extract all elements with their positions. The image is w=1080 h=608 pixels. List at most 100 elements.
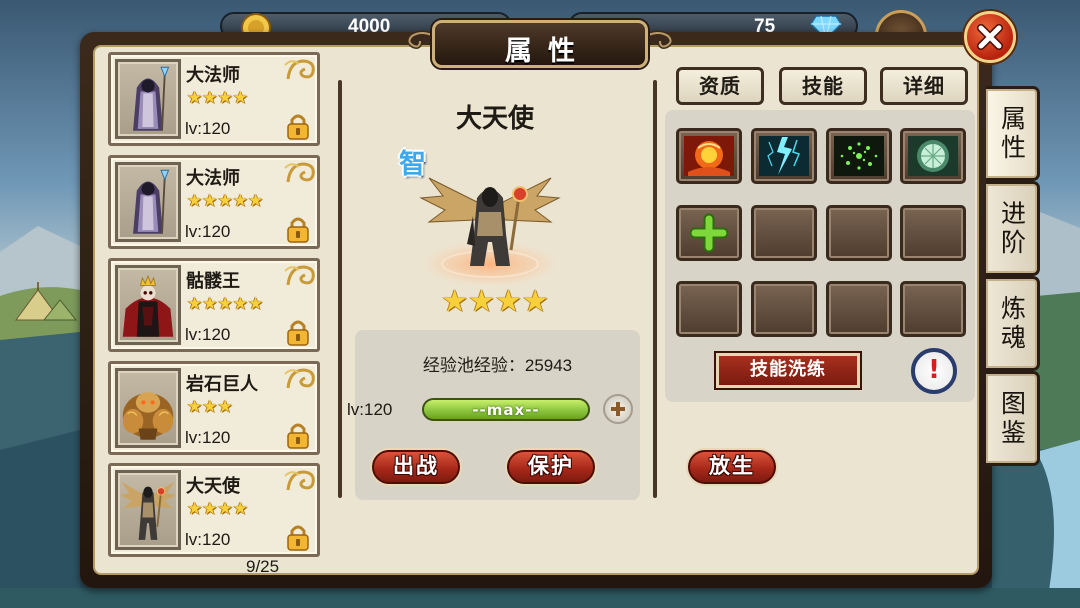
title-banner: 属性 [432, 20, 648, 68]
hero-level: lv:120 [185, 530, 231, 549]
archangel-portrait [120, 482, 176, 540]
rock-giant-portrait [122, 392, 174, 440]
window-title: 属性 [505, 36, 591, 67]
skill-slot[interactable] [751, 128, 817, 184]
exclamation-icon[interactable]: ! [911, 348, 957, 394]
skeleton-king-portrait [122, 275, 174, 337]
lock-icon[interactable] [285, 522, 311, 552]
add-skill-icon [689, 213, 729, 253]
hero-detail-name: 大天使 [455, 104, 534, 134]
add-exp-button[interactable] [603, 394, 633, 424]
star-icon: ★ [187, 397, 203, 417]
hero-portrait-frame [115, 59, 181, 139]
star-icon: ★ [187, 88, 203, 108]
skill-slot-empty[interactable] [751, 205, 817, 261]
star-icon: ★ [232, 499, 248, 519]
star-icon: ★ [248, 294, 264, 314]
hero-card[interactable]: 大法师 ★★★★★ lv:120 [108, 155, 320, 249]
gold-swirl-ornament [284, 59, 315, 80]
star-icon: ★ [521, 284, 549, 319]
exp-pool-label: 经验池经验： [422, 356, 525, 376]
hero-stars: ★★★★ [187, 88, 248, 108]
star-icon: ★ [217, 294, 233, 314]
hero-card[interactable]: 岩石巨人 ★★★ lv:120 [108, 361, 320, 455]
teal-disc-skill-icon [908, 136, 958, 176]
star-icon: ★ [217, 88, 233, 108]
green-sparkle-skill-icon [834, 136, 884, 176]
star-icon: ★ [495, 284, 522, 319]
side-tab-attributes[interactable]: 属性 [986, 86, 1040, 181]
hero-list-count: 9/25 [246, 557, 280, 576]
side-tab-codex[interactable]: 图鉴 [986, 371, 1040, 466]
side-tab-advance[interactable]: 进阶 [986, 181, 1040, 276]
hero-portrait-frame [115, 470, 181, 550]
exp-progress-text: --max-- [472, 401, 540, 419]
skill-slot[interactable] [826, 128, 892, 184]
archmage-portrait [133, 169, 170, 234]
skill-slot-empty[interactable] [900, 205, 966, 261]
skill-refine-button[interactable]: 技能洗练 [716, 353, 860, 388]
exp-pool: 经验池经验：25943 [355, 351, 640, 376]
star-icon: ★ [202, 397, 218, 417]
hero-portrait-frame [115, 368, 181, 448]
tab-skills[interactable]: 技能 [779, 67, 867, 105]
side-tab-soul-refine[interactable]: 炼魂 [986, 276, 1040, 371]
gold-swirl-ornament [284, 162, 315, 183]
lock-icon[interactable] [285, 111, 311, 141]
hero-card[interactable]: 大法师 ★★★★ lv:120 [108, 52, 320, 146]
star-icon: ★ [187, 294, 203, 314]
hero-name: 大法师 [186, 168, 240, 189]
hero-level: lv:120 [185, 119, 231, 138]
hero-name: 大天使 [186, 476, 240, 497]
hero-name: 骷髅王 [186, 271, 240, 292]
hero-stars: ★★★★★ [187, 294, 263, 314]
skill-slot[interactable] [676, 128, 742, 184]
star-icon: ★ [441, 284, 469, 319]
star-icon: ★ [202, 294, 218, 314]
hero-card[interactable]: 大天使 ★★★★ lv:120 [108, 463, 320, 557]
skill-slot-empty[interactable] [676, 281, 742, 337]
skill-slot-empty[interactable] [826, 281, 892, 337]
fire-skill-icon [684, 136, 734, 176]
archangel-figure [418, 177, 562, 288]
side-tab-label: 进阶 [997, 199, 1027, 258]
hero-stars: ★★★★★ [187, 191, 263, 211]
tab-details[interactable]: 详细 [880, 67, 968, 105]
skill-slot-empty[interactable] [751, 281, 817, 337]
side-tab-label: 图鉴 [997, 389, 1027, 448]
star-icon: ★ [232, 191, 248, 211]
skill-slot[interactable] [900, 128, 966, 184]
hero-stars: ★★★ [187, 397, 233, 417]
lock-icon[interactable] [285, 214, 311, 244]
hero-stars: ★★★★ [187, 499, 248, 519]
lock-icon[interactable] [285, 317, 311, 347]
star-icon: ★ [217, 191, 233, 211]
release-button[interactable]: 放生 [688, 450, 776, 484]
deploy-button[interactable]: 出战 [372, 450, 460, 484]
tab-aptitude[interactable]: 资质 [676, 67, 764, 105]
plus-circle-icon [611, 402, 625, 416]
protect-button[interactable]: 保护 [507, 450, 595, 484]
hero-card[interactable]: 骷髅王 ★★★★★ lv:120 [108, 258, 320, 352]
close-icon [977, 24, 1003, 50]
side-tab-label: 属性 [997, 104, 1027, 163]
exp-pool-value: 25943 [524, 356, 573, 375]
lightning-skill-icon [759, 136, 809, 176]
gold-swirl-ornament [284, 470, 315, 491]
star-icon: ★ [217, 499, 233, 519]
skill-slot-empty[interactable] [826, 205, 892, 261]
close-button[interactable] [964, 11, 1016, 63]
hero-level: lv:120 [185, 428, 231, 447]
column-divider [653, 80, 657, 498]
exp-progress-bar: --max-- [422, 398, 590, 421]
lock-icon[interactable] [285, 420, 311, 450]
hero-detail-stars: ★★★★ [420, 284, 570, 319]
skill-slot-empty[interactable] [900, 281, 966, 337]
star-icon: ★ [202, 88, 218, 108]
star-icon: ★ [468, 284, 495, 319]
star-icon: ★ [202, 499, 218, 519]
column-divider [338, 80, 342, 498]
hero-portrait-frame [115, 162, 181, 242]
skill-slot[interactable] [676, 205, 742, 261]
star-icon: ★ [232, 88, 248, 108]
